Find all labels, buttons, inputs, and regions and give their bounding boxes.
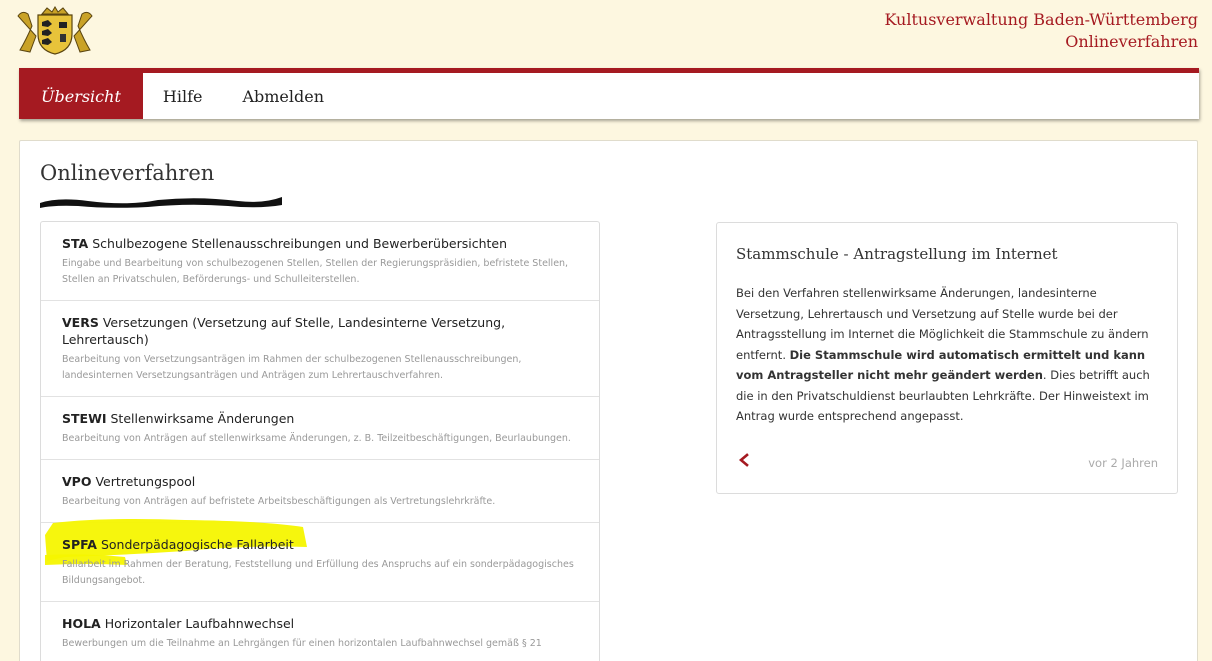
procedure-title[interactable]: VERS Versetzungen (Versetzung auf Stelle… (62, 314, 578, 348)
procedure-title[interactable]: HOLA Horizontaler Laufbahnwechsel (62, 615, 578, 632)
procedure-name: Stellenwirksame Änderungen (110, 411, 295, 426)
news-title: Stammschule - Antragstellung im Internet (736, 245, 1058, 263)
nav-item-hilfe[interactable]: Hilfe (143, 73, 223, 119)
procedure-name: Schulbezogene Stellenausschreibungen und… (92, 236, 508, 251)
procedure-code: SPFA (62, 537, 97, 552)
news-timestamp: vor 2 Jahren (1088, 456, 1158, 470)
news-card: Stammschule - Antragstellung im Internet… (716, 222, 1178, 494)
main-panel: Onlineverfahren STA Schulbezogene Stelle… (19, 140, 1198, 661)
brand-line-1: Kultusverwaltung Baden-Württemberg (884, 10, 1198, 29)
procedure-description: Bearbeitung von Anträgen auf stellenwirk… (62, 433, 571, 444)
brand-line-2: Onlineverfahren (1065, 32, 1198, 51)
procedure-description: Bearbeitung von Versetzungsanträgen im R… (62, 354, 522, 381)
procedure-list: STA Schulbezogene Stellenausschreibungen… (40, 221, 600, 661)
list-item-hola[interactable]: HOLA Horizontaler Laufbahnwechsel Bewerb… (41, 602, 599, 661)
redaction-scribble (40, 197, 282, 208)
coat-of-arms-logo (17, 6, 93, 55)
procedure-description: Bearbeitung von Anträgen auf befristete … (62, 496, 496, 507)
list-item-vers[interactable]: VERS Versetzungen (Versetzung auf Stelle… (41, 301, 599, 397)
procedure-name: Horizontaler Laufbahnwechsel (104, 616, 295, 631)
procedure-name: Versetzungen (Versetzung auf Stelle, Lan… (62, 315, 506, 347)
main-navigation: Übersicht Hilfe Abmelden (19, 68, 1199, 119)
procedure-title[interactable]: SPFA Sonderpädagogische Fallarbeit (62, 536, 578, 553)
procedure-code: VPO (62, 474, 92, 489)
page-title: Onlineverfahren (40, 161, 215, 185)
procedure-code: STEWI (62, 411, 107, 426)
procedure-title[interactable]: VPO Vertretungspool (62, 473, 578, 490)
procedure-name: Sonderpädagogische Fallarbeit (100, 537, 294, 552)
brand-title: Kultusverwaltung Baden-Württemberg Onlin… (884, 9, 1198, 53)
procedure-code: STA (62, 236, 89, 251)
procedure-code: HOLA (62, 616, 101, 631)
procedure-name: Vertretungspool (95, 474, 196, 489)
list-item-stewi[interactable]: STEWI Stellenwirksame Änderungen Bearbei… (41, 397, 599, 460)
procedure-description: Fallarbeit im Rahmen der Beratung, Fests… (62, 559, 574, 586)
procedure-title[interactable]: STA Schulbezogene Stellenausschreibungen… (62, 235, 578, 252)
nav-item-uebersicht[interactable]: Übersicht (19, 73, 143, 119)
nav-item-abmelden[interactable]: Abmelden (222, 73, 344, 119)
procedure-code: VERS (62, 315, 99, 330)
list-item-vpo[interactable]: VPO Vertretungspool Bearbeitung von Antr… (41, 460, 599, 523)
list-item-sta[interactable]: STA Schulbezogene Stellenausschreibungen… (41, 222, 599, 301)
procedure-description: Bewerbungen um die Teilnahme an Lehrgäng… (62, 638, 542, 649)
news-body: Bei den Verfahren stellenwirksame Änderu… (736, 283, 1161, 427)
procedure-title[interactable]: STEWI Stellenwirksame Änderungen (62, 410, 578, 427)
chevron-left-icon[interactable] (738, 453, 750, 467)
list-item-spfa[interactable]: SPFA Sonderpädagogische Fallarbeit Falla… (41, 519, 599, 602)
procedure-description: Eingabe und Bearbeitung von schulbezogen… (62, 258, 569, 285)
